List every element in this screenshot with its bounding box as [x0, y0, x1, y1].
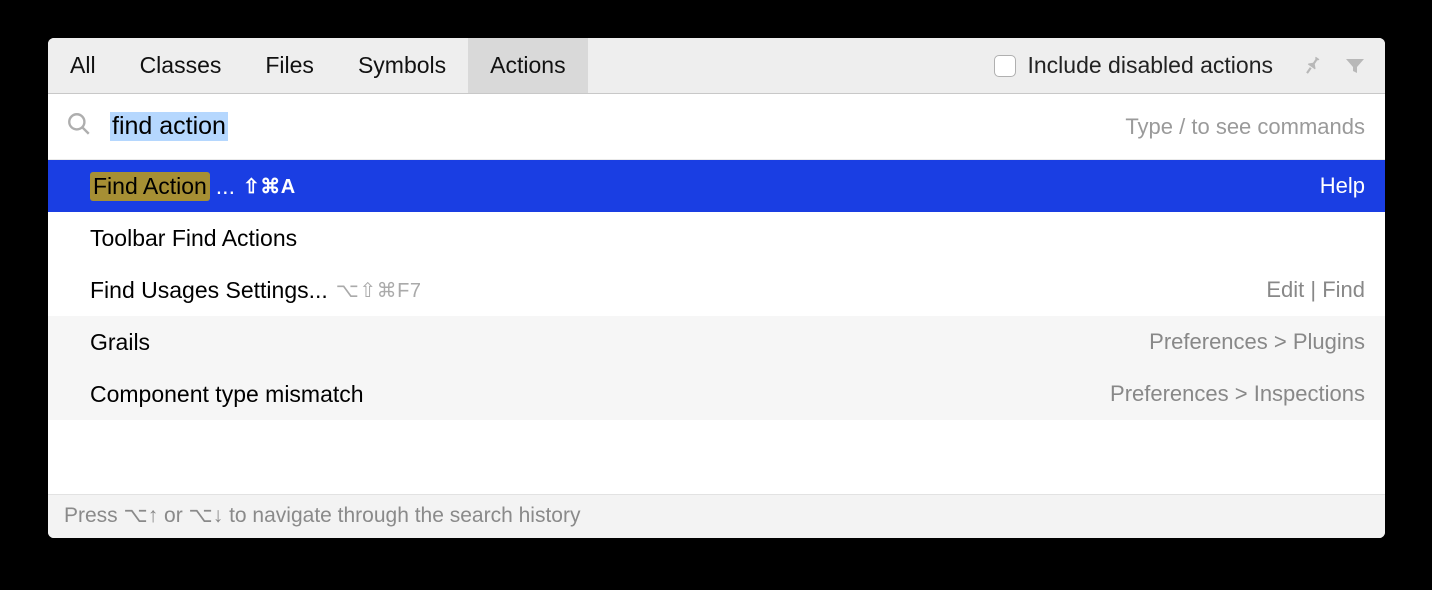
result-shortcut: ⇧⌘A [243, 174, 296, 199]
include-disabled-wrap: Include disabled actions [994, 52, 1274, 79]
filter-icon[interactable] [1343, 54, 1367, 78]
search-hint: Type / to see commands [1125, 114, 1365, 140]
result-label: Find Usages Settings... [90, 277, 328, 304]
tab-bar: All Classes Files Symbols Actions Includ… [48, 38, 1385, 94]
result-grails[interactable]: Grails Preferences > Plugins [48, 316, 1385, 368]
result-label: Toolbar Find Actions [90, 225, 297, 252]
include-disabled-label: Include disabled actions [1028, 52, 1274, 79]
search-everywhere-popup: All Classes Files Symbols Actions Includ… [48, 38, 1385, 538]
search-bar: find action Type / to see commands [48, 94, 1385, 160]
tab-symbols[interactable]: Symbols [336, 38, 468, 93]
result-find-usages-settings[interactable]: Find Usages Settings... ⌥⇧⌘F7 Edit | Fin… [48, 264, 1385, 316]
search-input[interactable]: find action [110, 112, 1125, 141]
result-location: Help [1320, 173, 1365, 199]
results-list: Find Action... ⇧⌘A Help Toolbar Find Act… [48, 160, 1385, 494]
footer-hint: Press ⌥↑ or ⌥↓ to navigate through the s… [48, 494, 1385, 538]
result-location: Preferences > Inspections [1110, 381, 1365, 407]
pin-icon[interactable] [1299, 53, 1325, 79]
include-disabled-checkbox[interactable] [994, 55, 1016, 77]
result-suffix: ... [216, 173, 235, 200]
result-shortcut: ⌥⇧⌘F7 [336, 278, 422, 303]
toolbar-icons [1299, 53, 1375, 79]
result-component-type-mismatch[interactable]: Component type mismatch Preferences > In… [48, 368, 1385, 420]
search-input-text: find action [110, 112, 228, 141]
tabs: All Classes Files Symbols Actions [48, 38, 588, 93]
result-highlight: Find Action [90, 172, 210, 201]
search-icon [66, 111, 92, 142]
result-find-action[interactable]: Find Action... ⇧⌘A Help [48, 160, 1385, 212]
tab-actions[interactable]: Actions [468, 38, 587, 93]
tab-files[interactable]: Files [243, 38, 336, 93]
tab-classes[interactable]: Classes [118, 38, 244, 93]
result-toolbar-find-actions[interactable]: Toolbar Find Actions [48, 212, 1385, 264]
tab-all[interactable]: All [48, 38, 118, 93]
result-location: Edit | Find [1266, 277, 1365, 303]
result-label: Grails [90, 329, 150, 356]
result-location: Preferences > Plugins [1149, 329, 1365, 355]
result-label: Component type mismatch [90, 381, 364, 408]
